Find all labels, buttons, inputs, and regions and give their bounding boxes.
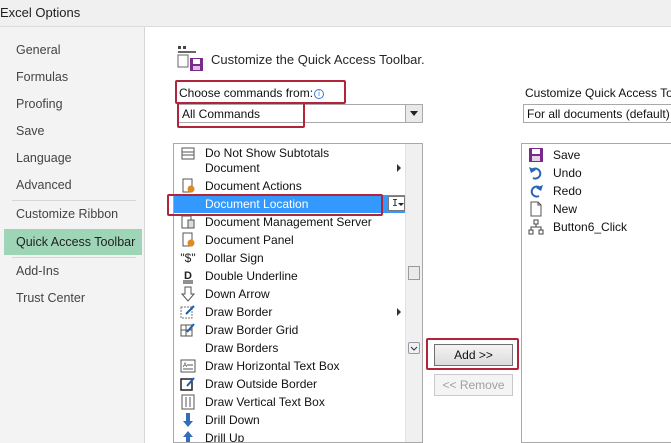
dollar-sign-icon: "$" xyxy=(180,251,196,265)
list-item[interactable]: Undo xyxy=(522,164,671,182)
list-item[interactable]: Redo xyxy=(522,182,671,200)
commands-scrollbar[interactable] xyxy=(405,144,422,442)
list-item-label: Down Arrow xyxy=(205,287,270,301)
list-item[interactable]: Document Panel xyxy=(174,231,405,249)
nav-item-advanced[interactable]: Advanced xyxy=(4,172,142,198)
customize-qat-dropdown[interactable]: For all documents (default) xyxy=(523,104,671,123)
nav-item-trust-center[interactable]: Trust Center xyxy=(4,285,142,311)
drill-up-icon xyxy=(180,430,196,442)
list-item-label: Document Panel xyxy=(205,233,294,247)
outside-border-icon xyxy=(180,376,196,392)
list-item-label: Double Underline xyxy=(205,269,298,283)
list-item-label: Document Actions xyxy=(205,179,302,193)
list-item-label: Drill Down xyxy=(205,413,260,427)
list-item-label: Redo xyxy=(553,184,582,198)
page-title: Customize the Quick Access Toolbar. xyxy=(211,52,425,67)
list-item-label: Draw Border Grid xyxy=(205,323,299,337)
quick-access-toolbar-list[interactable]: Save Undo Redo New Button6_Click xyxy=(521,143,671,443)
list-item[interactable]: Button6_Click xyxy=(522,218,671,236)
list-item[interactable]: A Draw Horizontal Text Box xyxy=(174,357,405,375)
add-button[interactable]: Add >> xyxy=(434,344,513,366)
quick-access-toolbar-icon xyxy=(176,44,206,74)
chevron-down-icon xyxy=(398,203,404,206)
undo-icon xyxy=(528,165,544,181)
scroll-down-button[interactable] xyxy=(408,342,420,354)
list-item[interactable]: D Double Underline xyxy=(174,267,405,285)
list-item-label: Draw Horizontal Text Box xyxy=(205,359,340,373)
list-item[interactable]: Save xyxy=(522,146,671,164)
list-item-label: Document xyxy=(205,161,260,175)
commands-list[interactable]: Do Not Show Subtotals Document Document … xyxy=(173,143,423,443)
list-item-label: Draw Border xyxy=(205,305,273,319)
chevron-down-icon[interactable] xyxy=(405,105,422,122)
options-nav: General Formulas Proofing Save Language … xyxy=(0,27,145,443)
scrollbar-thumb[interactable] xyxy=(408,266,420,280)
choose-commands-value: All Commands xyxy=(182,107,261,121)
document-server-icon xyxy=(180,214,196,230)
list-item[interactable]: Draw Borders xyxy=(174,339,405,357)
list-item[interactable]: Drill Up xyxy=(174,429,405,443)
list-item[interactable]: Document Management Server xyxy=(174,213,405,231)
list-item[interactable]: Draw Border xyxy=(174,303,405,321)
list-item[interactable]: Document xyxy=(174,159,405,177)
vertical-text-box-icon xyxy=(180,394,196,410)
list-item-label: Document Location xyxy=(205,197,309,211)
list-item-label: Document Management Server xyxy=(205,215,372,229)
window-title: Excel Options xyxy=(0,5,81,20)
list-item-label: Drill Up xyxy=(205,431,245,443)
double-underline-icon: D xyxy=(180,268,196,284)
save-icon xyxy=(528,147,544,163)
list-item[interactable]: New xyxy=(522,200,671,218)
choose-commands-label-text: Choose commands from: xyxy=(179,86,314,100)
customize-qat-label: Customize Quick Access To xyxy=(525,86,671,100)
title-bar: Excel Options xyxy=(0,0,671,27)
drill-down-icon xyxy=(180,412,196,428)
nav-item-quick-access-toolbar[interactable]: Quick Access Toolbar xyxy=(4,229,142,255)
control-selector[interactable]: I xyxy=(388,196,405,211)
list-item-label: New xyxy=(553,202,578,216)
svg-text:D: D xyxy=(184,270,192,282)
document-panel-icon xyxy=(180,232,196,248)
list-item-label: Draw Vertical Text Box xyxy=(205,395,325,409)
list-item-label: Undo xyxy=(553,166,582,180)
document-actions-icon xyxy=(180,178,196,194)
list-item[interactable]: Draw Vertical Text Box xyxy=(174,393,405,411)
add-button-label: Add >> xyxy=(454,348,493,362)
info-icon[interactable]: i xyxy=(314,89,325,99)
new-document-icon xyxy=(528,201,544,217)
list-item[interactable]: Document Actions xyxy=(174,177,405,195)
down-arrow-icon xyxy=(180,286,196,302)
list-item-label: Draw Outside Border xyxy=(205,377,318,391)
nav-item-general[interactable]: General xyxy=(4,37,142,63)
nav-item-formulas[interactable]: Formulas xyxy=(4,64,142,90)
customize-qat-value: For all documents (default) xyxy=(527,107,670,121)
list-item[interactable]: Down Arrow xyxy=(174,285,405,303)
submenu-arrow-icon xyxy=(397,308,401,316)
submenu-arrow-icon xyxy=(397,164,401,172)
list-item-label: Save xyxy=(553,148,581,162)
nav-item-save[interactable]: Save xyxy=(4,118,142,144)
nav-item-proofing[interactable]: Proofing xyxy=(4,91,142,117)
list-item-label: Button6_Click xyxy=(553,220,628,234)
horizontal-text-box-icon: A xyxy=(180,358,196,374)
remove-button[interactable]: << Remove xyxy=(434,374,513,396)
list-item[interactable]: Draw Outside Border xyxy=(174,375,405,393)
draw-border-icon xyxy=(180,304,196,320)
draw-border-grid-icon xyxy=(180,322,196,338)
svg-text:A: A xyxy=(183,363,187,369)
nav-item-language[interactable]: Language xyxy=(4,145,142,171)
macro-icon xyxy=(528,219,544,235)
list-item-label: Do Not Show Subtotals xyxy=(205,146,330,160)
choose-commands-label: Choose commands from: i xyxy=(179,86,325,100)
choose-commands-dropdown[interactable]: All Commands xyxy=(178,104,423,123)
list-item-label: Draw Borders xyxy=(205,341,279,355)
nav-item-customize-ribbon[interactable]: Customize Ribbon xyxy=(4,201,142,227)
list-item[interactable]: "$" Dollar Sign xyxy=(174,249,405,267)
list-item-label: Dollar Sign xyxy=(205,251,264,265)
list-item[interactable]: Draw Border Grid xyxy=(174,321,405,339)
list-item[interactable]: Drill Down xyxy=(174,411,405,429)
list-item-selected[interactable]: Document Location xyxy=(174,195,405,213)
nav-item-add-ins[interactable]: Add-Ins xyxy=(4,258,142,284)
redo-icon xyxy=(528,183,544,199)
